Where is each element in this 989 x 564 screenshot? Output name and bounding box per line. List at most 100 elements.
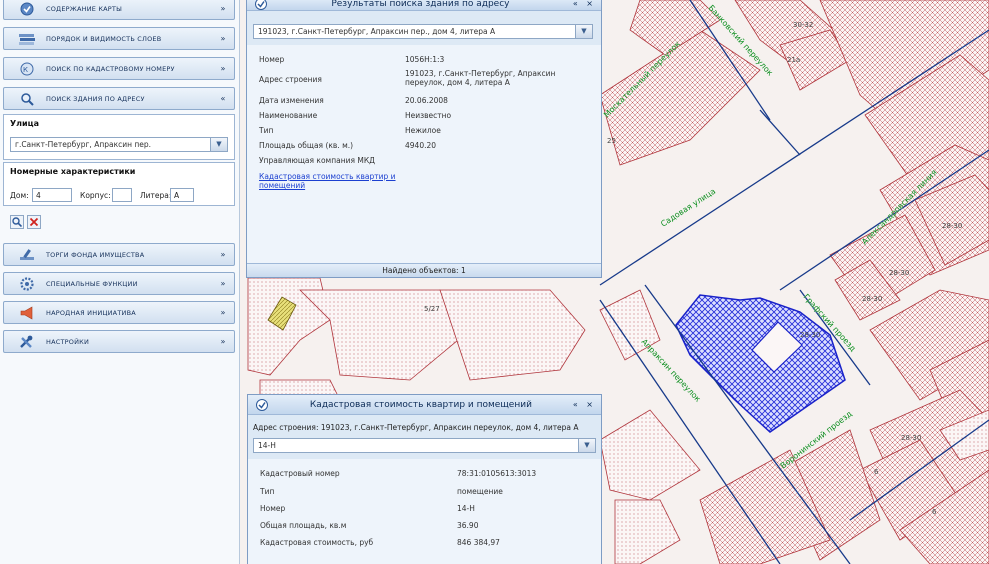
result-value: Нежилое xyxy=(405,126,441,135)
result-key: Тип xyxy=(259,126,274,135)
accordion-cadastral-search[interactable]: К Поиск по кадастровому номеру » xyxy=(3,57,235,80)
building-number: 21а xyxy=(787,56,800,64)
results-footer: Найдено объектов: 1 xyxy=(247,263,601,277)
search-button[interactable] xyxy=(10,215,24,229)
letter-input[interactable]: А xyxy=(170,188,194,202)
building-number: 28-30 xyxy=(901,434,921,442)
accordion-layers[interactable]: Порядок и видимость слоев » xyxy=(3,27,235,50)
svg-text:К: К xyxy=(23,66,28,74)
accordion-special-functions[interactable]: Специальные функции » xyxy=(3,272,235,295)
dropdown-arrow-icon[interactable]: ▼ xyxy=(210,138,227,151)
building-input[interactable] xyxy=(112,188,132,202)
cadastral-value: 78:31:0105613:3013 xyxy=(457,469,537,478)
result-key: Дата изменения xyxy=(259,96,324,105)
street-section: Улица г.Санкт-Петербург, Апраксин пер. ▼ xyxy=(3,114,235,160)
unit-select[interactable]: 14-Н ▼ xyxy=(253,438,596,453)
accordion-label: Торги фонда имущества xyxy=(46,250,145,259)
result-key: Наименование xyxy=(259,111,318,120)
building-number: 5/27 xyxy=(424,305,440,313)
cadastral-value: 36.90 xyxy=(457,521,479,530)
cadastral-value: 14-Н xyxy=(457,504,475,513)
unit-select-value: 14-Н xyxy=(258,441,276,450)
accordion-public-initiative[interactable]: Народная инициатива » xyxy=(3,301,235,324)
numbers-section: Номерные характеристики Дом: 4 Корпус: Л… xyxy=(3,162,235,206)
result-key: Номер xyxy=(259,55,285,64)
check-circle-icon xyxy=(255,398,269,412)
house-input[interactable]: 4 xyxy=(32,188,72,202)
check-circle-icon xyxy=(254,0,268,11)
building-number: 28-30 xyxy=(800,331,820,339)
accordion-label: Поиск по кадастровому номеру xyxy=(46,64,175,73)
chevron-down-icon[interactable]: » xyxy=(216,279,230,288)
accordion-label: Порядок и видимость слоев xyxy=(46,34,162,43)
window-title: Результаты поиска здания по адресу xyxy=(331,0,510,9)
result-value: 4940.20 xyxy=(405,141,437,150)
chevron-down-icon[interactable]: » xyxy=(216,64,230,73)
results-body: Номер 1056Н:1:3 Адрес строения 191023, г… xyxy=(247,45,601,263)
street-section-title: Улица xyxy=(10,119,39,128)
chevron-down-icon[interactable]: » xyxy=(216,308,230,317)
tools-icon xyxy=(16,333,38,351)
clear-button[interactable] xyxy=(27,215,41,229)
window-title: Кадастровая стоимость квартир и помещени… xyxy=(309,399,532,410)
chevron-down-icon[interactable]: » xyxy=(216,34,230,43)
cadastral-key: Кадастровая стоимость, руб xyxy=(260,538,374,547)
accordion-label: Народная инициатива xyxy=(46,308,136,317)
accordion-label: Специальные функции xyxy=(46,279,138,288)
map-content-icon xyxy=(16,0,38,18)
cadastral-key: Номер xyxy=(260,504,286,513)
window-header[interactable]: Кадастровая стоимость квартир и помещени… xyxy=(248,395,601,415)
cadastral-search-icon: К xyxy=(16,60,38,78)
search-icon xyxy=(12,217,22,227)
building-number: 6 xyxy=(874,468,879,476)
result-key: Адрес строения xyxy=(259,75,322,84)
accordion-auction[interactable]: Торги фонда имущества » xyxy=(3,243,235,266)
left-panel: Содержание карты » Порядок и видимость с… xyxy=(0,0,240,564)
building-number: 6 xyxy=(932,508,937,516)
result-value: 20.06.2008 xyxy=(405,96,448,105)
accordion-label: Настройки xyxy=(46,337,90,346)
building-number: 28-30 xyxy=(862,295,882,303)
cadastral-value: помещение xyxy=(457,487,503,496)
window-header[interactable]: Результаты поиска здания по адресу « × xyxy=(247,0,601,11)
chevron-down-icon[interactable]: » xyxy=(216,4,230,13)
result-value: 1056Н:1:3 xyxy=(405,55,445,64)
gear-icon xyxy=(16,275,38,293)
window-tools[interactable]: « × xyxy=(573,400,596,409)
building-address-line: Адрес строения: 191023, г.Санкт-Петербур… xyxy=(253,423,579,432)
result-value: 191023, г.Санкт-Петербург, Апраксин пере… xyxy=(405,69,556,87)
close-icon xyxy=(29,217,39,227)
cadastral-body: Кадастровый номер 78:31:0105613:3013 Тип… xyxy=(248,459,601,564)
street-select[interactable]: г.Санкт-Петербург, Апраксин пер. ▼ xyxy=(10,137,228,152)
numbers-section-title: Номерные характеристики xyxy=(10,167,136,176)
cadastral-value-link[interactable]: Кадастровая стоимость квартир и помещени… xyxy=(259,172,409,190)
layers-icon xyxy=(16,30,38,48)
building-number: 30-32 xyxy=(793,21,813,29)
letter-label: Литера: xyxy=(140,191,172,200)
building-label: Корпус: xyxy=(80,191,111,200)
cadastral-key: Общая площадь, кв.м xyxy=(260,521,347,530)
result-key: Управляющая компания МКД xyxy=(259,156,376,165)
cadastral-value-window: Кадастровая стоимость квартир и помещени… xyxy=(247,394,602,564)
dropdown-arrow-icon[interactable]: ▼ xyxy=(578,439,595,452)
result-key: Площадь общая (кв. м.) xyxy=(259,141,354,150)
accordion-settings[interactable]: Настройки » xyxy=(3,330,235,353)
results-count: Найдено объектов: 1 xyxy=(382,266,466,275)
auction-icon xyxy=(16,246,38,264)
chevron-up-icon[interactable]: « xyxy=(216,94,230,103)
result-value: Неизвестно xyxy=(405,111,452,120)
chevron-down-icon[interactable]: » xyxy=(216,250,230,259)
accordion-map-content[interactable]: Содержание карты » xyxy=(3,0,235,20)
building-number: 28-30 xyxy=(942,222,962,230)
accordion-address-search[interactable]: Поиск здания по адресу « xyxy=(3,87,235,110)
accordion-label: Поиск здания по адресу xyxy=(46,94,145,103)
window-tools[interactable]: « × xyxy=(573,0,596,8)
cadastral-value: 846 384,97 xyxy=(457,538,500,547)
chevron-down-icon[interactable]: » xyxy=(216,337,230,346)
dropdown-arrow-icon[interactable]: ▼ xyxy=(575,25,592,38)
search-results-window: Результаты поиска здания по адресу « × 1… xyxy=(246,0,602,278)
address-select[interactable]: 191023, г.Санкт-Петербург, Апраксин пер.… xyxy=(253,24,593,39)
street-select-value: г.Санкт-Петербург, Апраксин пер. xyxy=(15,140,152,149)
cadastral-key: Тип xyxy=(260,487,275,496)
megaphone-icon xyxy=(16,304,38,322)
